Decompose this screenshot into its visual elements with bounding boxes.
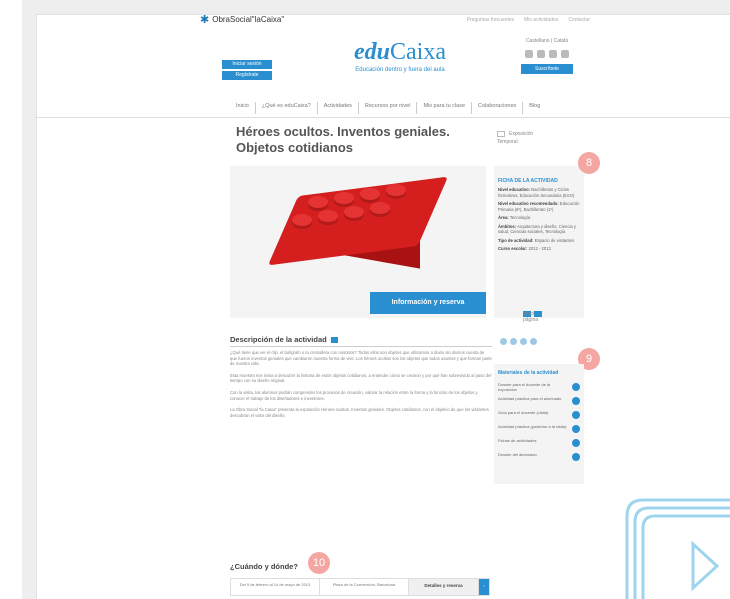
main-nav: Inicio ¿Qué es eduCaixa? Actividades Rec… xyxy=(230,102,590,114)
page-title: Héroes ocultos. Inventos geniales. Objet… xyxy=(236,124,450,155)
share-buttons xyxy=(500,338,537,345)
lego-stud xyxy=(318,210,338,222)
sheet-row: Tipo de actividad: Espacio de visitantes xyxy=(498,237,575,243)
social-icons xyxy=(512,50,582,58)
brand-suffix: Caixa xyxy=(390,39,446,65)
login-button[interactable]: Iniciar sesión xyxy=(222,60,272,69)
lego-stud xyxy=(360,188,380,200)
decorative-frame-graphic xyxy=(625,498,730,599)
material-item[interactable]: Dossier del alumnado xyxy=(498,452,580,462)
email-icon[interactable] xyxy=(530,338,537,345)
logo-text: ObraSocial"laCaixa" xyxy=(212,15,285,24)
materials-title: Materiales de la actividad xyxy=(498,370,559,376)
download-icon[interactable] xyxy=(572,383,580,391)
star-icon: ✱ xyxy=(200,13,210,26)
lego-stud xyxy=(334,192,354,204)
facebook-icon[interactable] xyxy=(510,338,517,345)
description-paragraph: La Obra Social "la Caixa" presenta la ex… xyxy=(230,407,489,418)
top-link-activities[interactable]: Mis actividades xyxy=(524,17,558,23)
language-switch[interactable]: Castellano | Català xyxy=(512,38,582,44)
download-icon[interactable] xyxy=(572,453,580,461)
description-body: ¿Qué tiene que ver el clip, el bolígrafo… xyxy=(230,350,492,424)
when-place: Plaza de la Convención, Barcelona xyxy=(320,579,409,595)
subscribe-button[interactable]: Suscríbete xyxy=(521,64,573,74)
download-icon[interactable] xyxy=(572,425,580,433)
register-button[interactable]: Regístrate xyxy=(222,71,272,80)
window-frame-top xyxy=(22,0,730,14)
sheet-row: Nivel educativo: Bachillerato y Ciclos f… xyxy=(498,187,575,198)
brand-tagline: Educación dentro y fuera del aula xyxy=(355,67,445,73)
material-item[interactable]: Fichas de actividades xyxy=(498,438,580,448)
top-bar: ✱ ObraSocial"laCaixa" Preguntas frecuent… xyxy=(200,13,590,29)
description-divider xyxy=(230,346,492,347)
facebook-icon[interactable] xyxy=(549,50,557,58)
twitter-icon[interactable] xyxy=(500,338,507,345)
pinterest-icon[interactable] xyxy=(561,50,569,58)
nav-activities[interactable]: Actividades xyxy=(318,102,359,114)
download-icon[interactable] xyxy=(572,397,580,405)
description-heading: Descripción de la actividad xyxy=(230,335,490,344)
google-plus-icon[interactable] xyxy=(520,338,527,345)
nav-home[interactable]: Inicio xyxy=(230,102,256,114)
sheet-row: Ámbitos: Arquitectura y diseño, Ciencia … xyxy=(498,223,576,235)
lego-stud xyxy=(370,202,390,214)
callout-badge-10: 10 xyxy=(308,552,330,574)
details-reserve-button[interactable]: Detalles y reserva xyxy=(409,579,479,595)
linkedin-icon[interactable] xyxy=(537,50,545,58)
twitter-icon[interactable] xyxy=(525,50,533,58)
chevron-right-icon[interactable]: › xyxy=(479,579,489,595)
lego-stud xyxy=(292,214,312,226)
sheet-row: Curso escolar: 2012 - 2013 xyxy=(498,246,551,251)
educaixa-logo[interactable]: eduCaixa Educación dentro y fuera del au… xyxy=(320,40,480,73)
print-label: Imprimir página xyxy=(523,311,542,323)
nav-blog[interactable]: Blog xyxy=(523,102,546,114)
activity-type-sub: Temporal xyxy=(497,139,518,145)
when-date: Del 9 de febrero al 14 de mayo de 2013 xyxy=(231,579,320,595)
info-reserve-button[interactable]: Información y reserva xyxy=(370,292,486,314)
activity-type: Exposición Temporal xyxy=(497,130,577,146)
description-paragraph: Esta muestra nos invita a descubrir la h… xyxy=(230,372,492,384)
nav-resources[interactable]: Recursos por nivel xyxy=(359,102,418,114)
material-item[interactable]: Guía para el docente (visita) xyxy=(498,410,580,420)
obra-social-logo[interactable]: ✱ ObraSocial"laCaixa" xyxy=(200,13,285,26)
brand-prefix: edu xyxy=(354,39,390,65)
activity-sheet-title: FICHA DE LA ACTIVIDAD xyxy=(498,178,558,184)
top-link-contact[interactable]: Contactar xyxy=(568,17,590,23)
exhibition-icon xyxy=(497,130,505,137)
top-links: Preguntas frecuentes Mis actividades Con… xyxy=(467,17,590,23)
activity-sheet: FICHA DE LA ACTIVIDAD Nivel educativo: B… xyxy=(494,166,584,318)
materials-panel: Materiales de la actividad Dossier para … xyxy=(494,364,584,484)
material-item[interactable]: Dossier para el docente de la exposición xyxy=(498,382,580,392)
activity-type-label: Exposición xyxy=(509,131,534,137)
nav-about[interactable]: ¿Qué es eduCaixa? xyxy=(256,102,318,114)
when-where-heading: ¿Cuándo y dónde? xyxy=(230,562,298,571)
top-link-faq[interactable]: Preguntas frecuentes xyxy=(467,17,515,23)
lego-stud xyxy=(344,206,364,218)
download-icon[interactable] xyxy=(572,411,580,419)
sheet-row: Nivel educativo recomendado: Educación P… xyxy=(498,201,580,212)
expand-icon[interactable] xyxy=(330,337,338,344)
material-item[interactable]: Actividad práctica (posterior a la visit… xyxy=(498,424,580,434)
nav-collaborations[interactable]: Colaboraciones xyxy=(472,102,524,114)
description-paragraph: Con la visita, los alumnos podrán compre… xyxy=(230,389,478,401)
material-item[interactable]: Actividad práctica para el alumnado xyxy=(498,396,580,406)
site-header: Iniciar sesión Regístrate eduCaixa Educa… xyxy=(200,30,590,90)
header-divider xyxy=(36,117,730,118)
lego-stud xyxy=(386,184,406,196)
description-paragraph: ¿Qué tiene que ver el clip, el bolígrafo… xyxy=(230,350,492,367)
lego-stud xyxy=(308,196,328,208)
print-icon xyxy=(534,311,542,317)
sheet-row: Área: Tecnología xyxy=(498,215,531,220)
header-right: Castellano | Català Suscríbete xyxy=(512,38,582,74)
print-page-link[interactable]: Imprimir página xyxy=(520,311,542,323)
download-icon[interactable] xyxy=(572,439,580,447)
when-where-table: Del 9 de febrero al 14 de mayo de 2013 P… xyxy=(230,578,490,596)
nav-class[interactable]: Mis para tu clase xyxy=(417,102,473,114)
window-frame-left xyxy=(22,0,36,599)
callout-badge-8: 8 xyxy=(578,152,600,174)
